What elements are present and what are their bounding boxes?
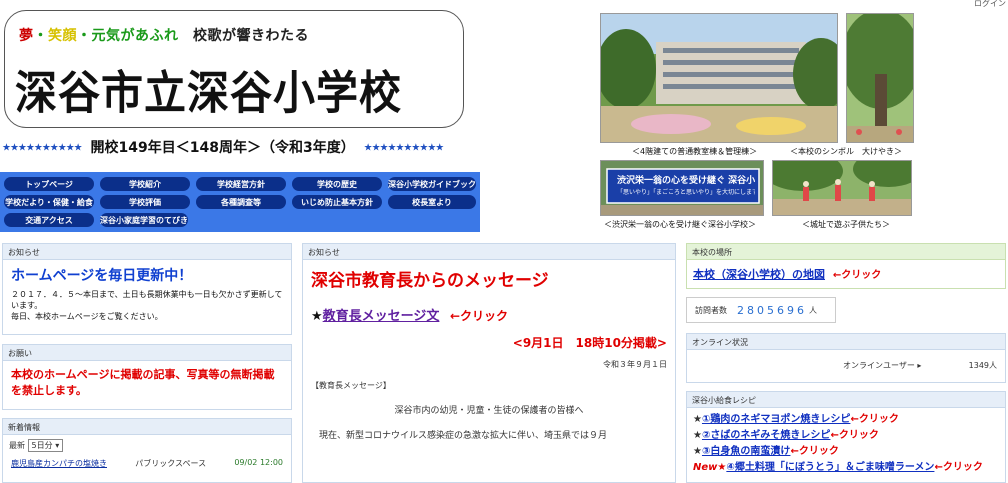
- news-panel-heading: 新着情報: [3, 419, 291, 435]
- online-count: 1349人: [968, 361, 997, 370]
- school-banner: 夢・笑顔・元気があふれ 校歌が響きわたる 深谷市立深谷小学校: [4, 10, 464, 128]
- nav-principal[interactable]: 校長室より: [388, 195, 476, 209]
- map-click-hint: ←クリック: [832, 270, 882, 281]
- notice-body-2: 毎日、本校ホームページをご覧ください。: [11, 312, 163, 321]
- sign-subtext: 「思いやり」「まごころと思いやり」を大切にします: [617, 189, 755, 196]
- visitors-digits: 2805696: [737, 303, 807, 317]
- photo-caption-building: ＜4階建ての普通教室棟＆管理棟＞: [632, 147, 758, 156]
- recipe-panel-heading: 深谷小給食レシピ: [687, 392, 1005, 408]
- superintendent-title: 深谷市教育長からのメッセージ: [311, 271, 549, 291]
- nav-top-page[interactable]: トップページ: [4, 177, 94, 191]
- news-item-space: パブリックスペース: [135, 459, 207, 468]
- recipe-item: ★①鶏肉のネギマヨポン焼きレシピ←クリック: [693, 414, 899, 425]
- message-body: 現在、新型コロナウイルス感染症の急激な拡大に伴い、埼玉県では９月: [319, 431, 608, 441]
- notice-panel-heading: お知らせ: [3, 244, 291, 260]
- news-item-link[interactable]: 鹿児島産カンパチの塩焼き: [11, 458, 107, 469]
- recipe-item: New★④郷土料理「にぼうとう」＆ごま味噌ラーメン←クリック: [693, 462, 983, 473]
- online-panel: オンライン状況 オンラインユーザー ▸ 1349人: [686, 333, 1006, 383]
- photo-caption-tree: ＜本校のシンボル 大けやき＞: [790, 147, 902, 156]
- posted-time: <9月1日 18時10分掲載>: [512, 336, 667, 350]
- message-date: 令和３年９月１日: [603, 360, 667, 369]
- map-link[interactable]: 本校（深谷小学校）の地図: [693, 268, 825, 281]
- triangle-right-icon: ▸: [917, 361, 922, 370]
- sign-text: 渋沢栄一翁の心を受け継ぐ 深谷小学校: [617, 176, 755, 186]
- shibusawa-sign-photo: 渋沢栄一翁の心を受け継ぐ 深谷小学校 「思いやり」「まごころと思いやり」を大切に…: [600, 160, 764, 216]
- nav-access[interactable]: 交通アクセス: [4, 213, 94, 227]
- nav-bullying-policy[interactable]: いじめ防止基本方針: [292, 195, 382, 209]
- school-building-photo: [600, 13, 838, 143]
- location-panel-heading: 本校の場所: [687, 244, 1005, 260]
- news-item: 鹿児島産カンパチの塩焼き パブリックスペース 09/02 12:00: [3, 456, 291, 471]
- nav-policy[interactable]: 学校経営方針: [196, 177, 286, 191]
- notice-panel: お知らせ ホームページを毎日更新中！ ２０１７．４．５～本日まで、土日も長期休業…: [2, 243, 292, 335]
- nav-school-intro[interactable]: 学校紹介: [100, 177, 190, 191]
- nav-guidebook[interactable]: 深谷小学校ガイドブック: [388, 177, 476, 191]
- school-slogan: 夢・笑顔・元気があふれ 校歌が響きわたる: [19, 28, 309, 44]
- click-hint: ←クリック: [449, 309, 508, 323]
- nav-evaluation[interactable]: 学校評価: [100, 195, 190, 209]
- visitor-counter: 訪問者数 2805696 人: [686, 297, 836, 323]
- recipe-link[interactable]: ④郷土料理「にぼうとう」＆ごま味噌ラーメン: [726, 462, 934, 473]
- school-name: 深谷市立深谷小学校: [15, 66, 403, 120]
- message-link-row: ★教育長メッセージ文 ←クリック: [311, 309, 508, 324]
- request-panel-heading: お願い: [3, 345, 291, 361]
- children-playing-photo: [772, 160, 912, 216]
- recipe-link[interactable]: ①鶏肉のネギマヨポン焼きレシピ: [702, 414, 850, 425]
- recipe-panel: 深谷小給食レシピ ★①鶏肉のネギマヨポン焼きレシピ←クリック ★②さばのネギみそ…: [686, 391, 1006, 483]
- recipe-link[interactable]: ③白身魚の南蛮漬け: [702, 446, 790, 457]
- news-panel: 新着情報 最新 5日分 ▾ 鹿児島産カンパチの塩焼き パブリックスペース 09/…: [2, 418, 292, 483]
- notice-title: ホームページを毎日更新中！: [11, 268, 193, 284]
- request-panel: お願い 本校のホームページに掲載の記事、写真等の無断掲載を禁止します。: [2, 344, 292, 410]
- online-panel-heading: オンライン状況: [687, 334, 1005, 350]
- nav-newsletter[interactable]: 学校だより・保健・給食: [4, 195, 94, 209]
- zelkova-tree-photo: [846, 13, 914, 143]
- anniversary-line: ★★★★★★★★★★ 開校149年目＜148周年＞（令和3年度） ★★★★★★★…: [2, 140, 444, 156]
- location-panel: 本校の場所 本校（深谷小学校）の地図 ←クリック: [686, 243, 1006, 289]
- request-body: 本校のホームページに掲載の記事、写真等の無断掲載を禁止します。: [11, 368, 275, 397]
- photo-caption-sign: ＜渋沢栄一翁の心を受け継ぐ深谷小学校＞: [604, 220, 756, 229]
- online-users-toggle[interactable]: オンラインユーザー ▸: [843, 360, 921, 371]
- recipe-link[interactable]: ②さばのネギみそ焼きレシピ: [702, 430, 830, 441]
- visitors-unit: 人: [809, 305, 817, 315]
- days-select[interactable]: 5日分 ▾: [27, 439, 64, 452]
- recipe-item: ★③白身魚の南蛮漬け←クリック: [693, 446, 839, 457]
- news-item-time: 09/02 12:00: [234, 458, 283, 467]
- notice-body: ２０１７．４．５～本日まで、土日も長期休業中も一日も欠かさず更新しています。: [11, 290, 283, 310]
- nav-surveys[interactable]: 各種調査等: [196, 195, 286, 209]
- recipe-item: ★②さばのネギみそ焼きレシピ←クリック: [693, 430, 879, 441]
- photo-caption-children: ＜城址で遊ぶ子供たち＞: [802, 220, 890, 229]
- login-link[interactable]: ログイン: [974, 0, 1006, 9]
- message-link[interactable]: 教育長メッセージ文: [323, 309, 440, 324]
- message-greeting: 深谷市内の幼児・児童・生徒の保護者の皆様へ: [394, 406, 584, 416]
- message-label: 【教育長メッセージ】: [311, 381, 391, 390]
- latest-label: 最新: [9, 441, 25, 450]
- main-nav: トップページ 学校紹介 学校経営方針 学校の歴史 深谷小学校ガイドブック 学校だ…: [0, 172, 480, 232]
- superintendent-panel: お知らせ 深谷市教育長からのメッセージ ★教育長メッセージ文 ←クリック <9月…: [302, 243, 676, 483]
- chevron-down-icon: ▾: [55, 441, 60, 450]
- nav-history[interactable]: 学校の歴史: [292, 177, 382, 191]
- visitors-label: 訪問者数: [695, 305, 727, 315]
- nav-home-study[interactable]: 深谷小家庭学習のてびき: [100, 213, 188, 227]
- center-panel-heading: お知らせ: [303, 244, 675, 260]
